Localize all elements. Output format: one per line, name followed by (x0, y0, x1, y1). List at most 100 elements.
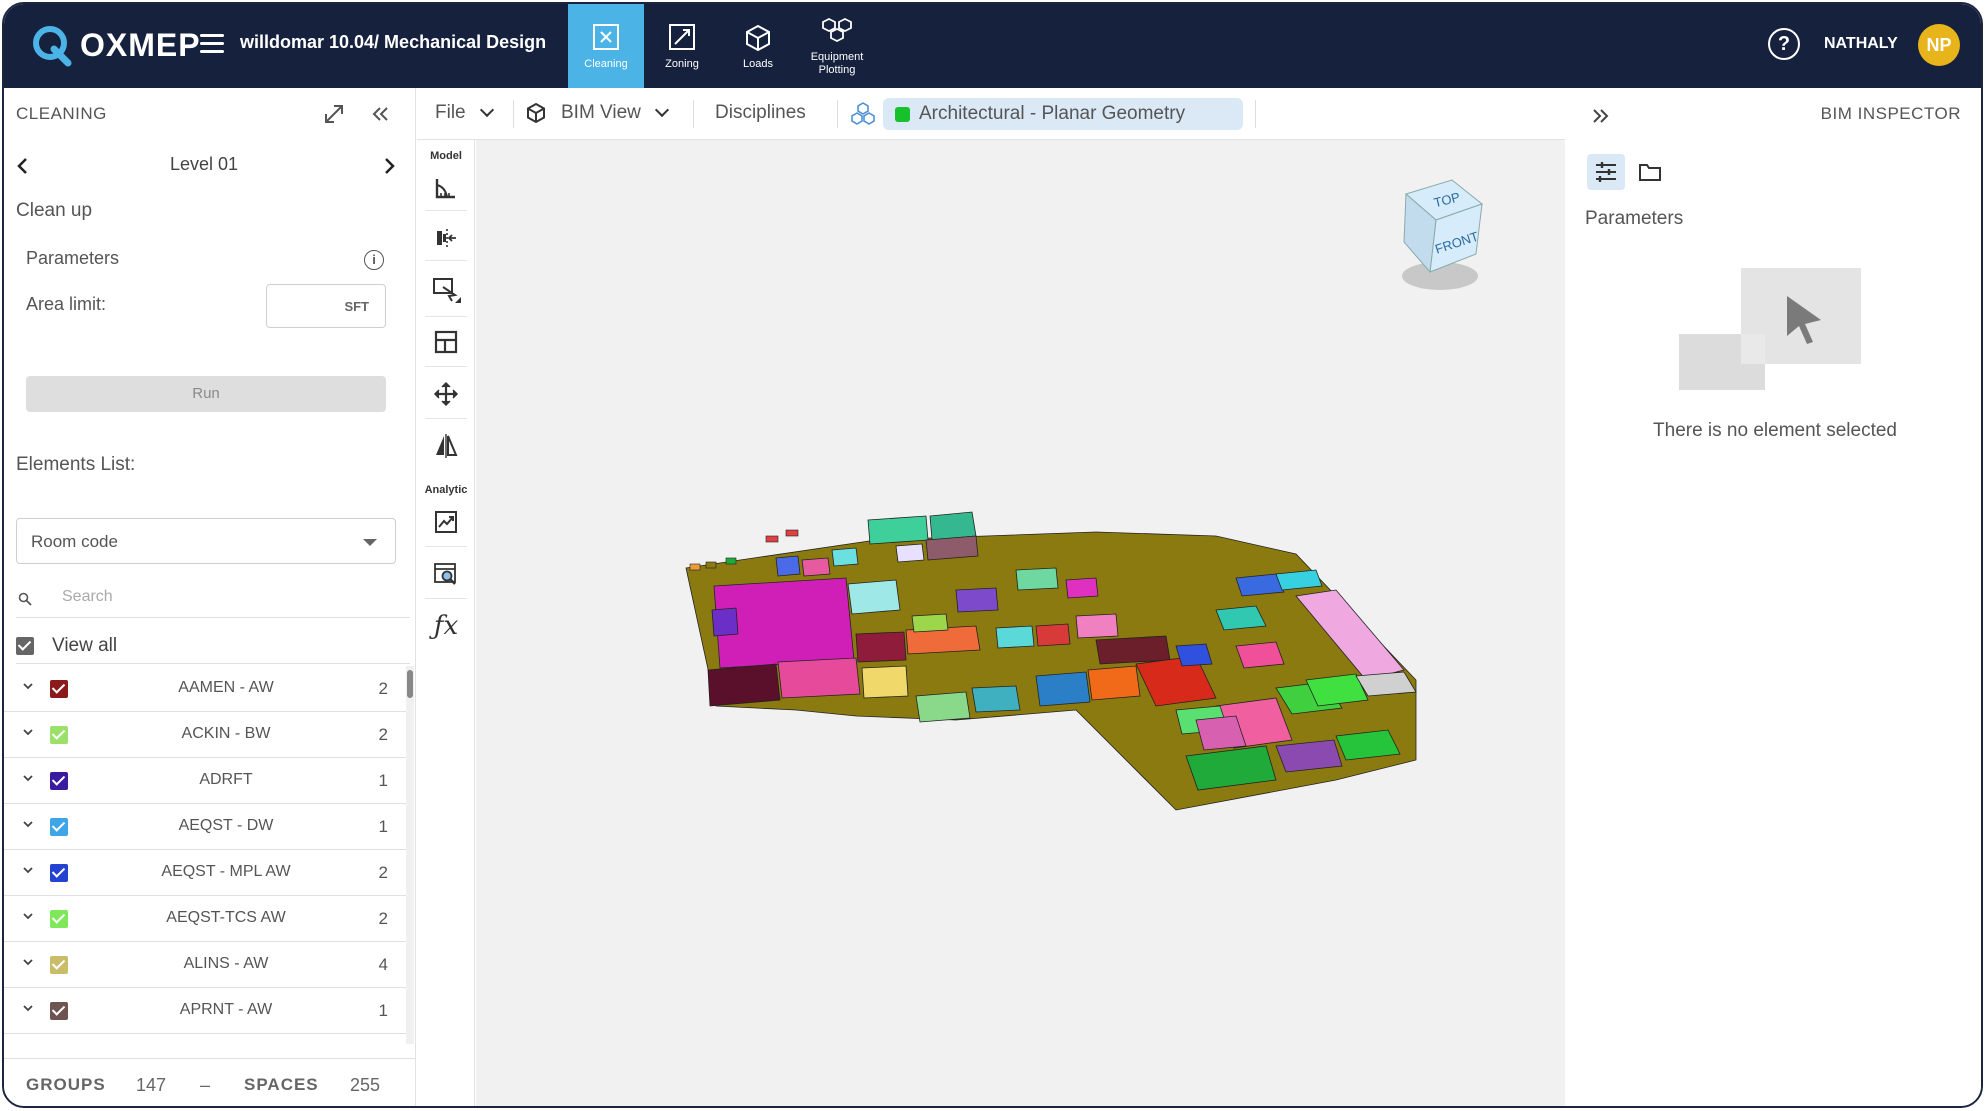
inspect-zoom-icon[interactable] (428, 556, 464, 592)
groups-count: 147 (136, 1075, 167, 1095)
list-item[interactable]: AEQST - MPL AW 2 (4, 850, 406, 896)
chevron-down-icon[interactable] (22, 910, 34, 922)
search-input[interactable] (62, 588, 382, 606)
room-pink5[interactable] (1235, 641, 1285, 669)
list-item-count: 2 (378, 679, 388, 698)
layout-icon[interactable] (428, 324, 464, 360)
trend-chart-icon[interactable] (428, 504, 464, 540)
tool-divider (425, 260, 467, 261)
chevron-down-icon[interactable] (22, 956, 34, 968)
room-tiny[interactable] (785, 529, 799, 537)
disciplines-stack-icon[interactable] (849, 100, 877, 128)
area-limit-input[interactable]: SFT (266, 284, 386, 328)
bim-viewport[interactable]: TOP FRONT (476, 140, 1565, 1106)
room-blue4[interactable] (1235, 573, 1285, 597)
measure-angle-icon[interactable] (428, 170, 464, 206)
move-icon[interactable] (428, 376, 464, 412)
room-blue[interactable] (847, 579, 901, 615)
room-tiny[interactable] (705, 561, 717, 569)
formula-icon[interactable]: ƒx (428, 608, 464, 644)
scrollbar-thumb[interactable] (407, 670, 413, 698)
menu-hamburger-icon[interactable] (200, 34, 224, 54)
tab-folder[interactable] (1631, 154, 1669, 190)
chevron-right-icon[interactable] (382, 156, 396, 176)
list-item[interactable]: ALINS - AW 4 (4, 942, 406, 988)
list-item-name: ADRFT (199, 771, 253, 788)
bim-view-menu[interactable]: BIM View (525, 102, 669, 124)
room-grey[interactable] (925, 535, 979, 561)
room-cyan2[interactable] (995, 625, 1035, 649)
room-cyan3[interactable] (971, 685, 1021, 713)
room-pink2[interactable] (801, 557, 831, 577)
group-by-select[interactable]: Room code (16, 518, 396, 564)
module-loads[interactable]: Loads (720, 4, 796, 88)
panel-title: CLEANING (16, 104, 107, 123)
room-purple[interactable] (711, 607, 739, 637)
room-blue3[interactable] (1035, 671, 1091, 707)
room-pink[interactable] (777, 657, 861, 699)
info-icon[interactable]: i (364, 250, 384, 270)
room-blue5[interactable] (1175, 643, 1213, 667)
toolbar-divider (837, 100, 838, 128)
list-item[interactable]: APRNT - AW 1 (4, 988, 406, 1034)
room-blue2[interactable] (775, 555, 801, 577)
room-red[interactable] (1035, 623, 1071, 647)
room-cyan4[interactable] (1275, 569, 1323, 591)
chevron-down-icon[interactable] (22, 818, 34, 830)
view-cube[interactable]: TOP FRONT (1396, 176, 1496, 296)
room-teal[interactable] (929, 511, 977, 541)
room-green2[interactable] (915, 691, 971, 723)
list-item[interactable]: ADRFT 1 (4, 758, 406, 804)
section-box-icon[interactable] (428, 272, 464, 308)
room-maroon2[interactable] (1095, 635, 1171, 665)
room-light[interactable] (895, 543, 925, 563)
chevron-down-icon[interactable] (22, 680, 34, 692)
question-circle-icon[interactable]: ? (1768, 28, 1800, 60)
chevron-down-icon[interactable] (22, 864, 34, 876)
room-tiny[interactable] (689, 563, 701, 571)
collapse-left-icon[interactable] (368, 102, 392, 126)
room-maroon[interactable] (855, 631, 907, 663)
module-label: Zoning (665, 57, 699, 70)
chevron-down-icon[interactable] (22, 726, 34, 738)
room-orange2[interactable] (1087, 665, 1141, 701)
room-greenish[interactable] (1015, 567, 1059, 591)
spaces-count: 255 (350, 1075, 381, 1095)
room-tiny[interactable] (765, 535, 779, 543)
room-dark[interactable] (707, 663, 781, 707)
module-label: Loads (743, 57, 773, 70)
logo[interactable]: OXMEP (30, 22, 201, 68)
avatar[interactable]: NP (1918, 24, 1960, 66)
list-item[interactable]: AEQST-TCS AW 2 (4, 896, 406, 942)
chevron-down-icon[interactable] (22, 1002, 34, 1014)
disciplines-button[interactable]: Disciplines (715, 102, 806, 124)
room-cyan[interactable] (831, 547, 859, 567)
room-magenta2[interactable] (1065, 577, 1099, 599)
expand-right-icon[interactable] (1589, 104, 1613, 128)
room-lime[interactable] (911, 613, 949, 633)
expand-icon[interactable] (322, 102, 346, 126)
align-icon[interactable] (428, 220, 464, 256)
list-scrollbar[interactable] (406, 666, 414, 1044)
tool-divider (425, 316, 467, 317)
module-zoning[interactable]: Zoning (644, 4, 720, 88)
tab-parameters[interactable] (1587, 154, 1625, 190)
view-all-checkbox[interactable] (16, 637, 34, 655)
mirror-icon[interactable] (428, 428, 464, 464)
room-violet2[interactable] (1275, 739, 1343, 773)
room-tiny[interactable] (725, 557, 737, 565)
list-item[interactable]: ACKIN - BW 2 (4, 712, 406, 758)
file-menu[interactable]: File (435, 102, 494, 124)
room-green-top[interactable] (867, 515, 929, 545)
cube-icon (527, 102, 545, 124)
room-pink3[interactable] (1075, 613, 1119, 639)
room-yellow[interactable] (861, 665, 909, 699)
module-cleaning[interactable]: Cleaning (568, 4, 644, 88)
active-discipline-chip[interactable]: Architectural - Planar Geometry (883, 98, 1243, 130)
list-item[interactable]: AEQST - DW 1 (4, 804, 406, 850)
module-equipment-plotting[interactable]: Equipment Plotting (796, 4, 878, 88)
list-item[interactable]: AAMEN - AW 2 (4, 666, 406, 712)
run-button[interactable]: Run (26, 376, 386, 412)
chevron-down-icon[interactable] (22, 772, 34, 784)
room-violet[interactable] (955, 587, 999, 613)
